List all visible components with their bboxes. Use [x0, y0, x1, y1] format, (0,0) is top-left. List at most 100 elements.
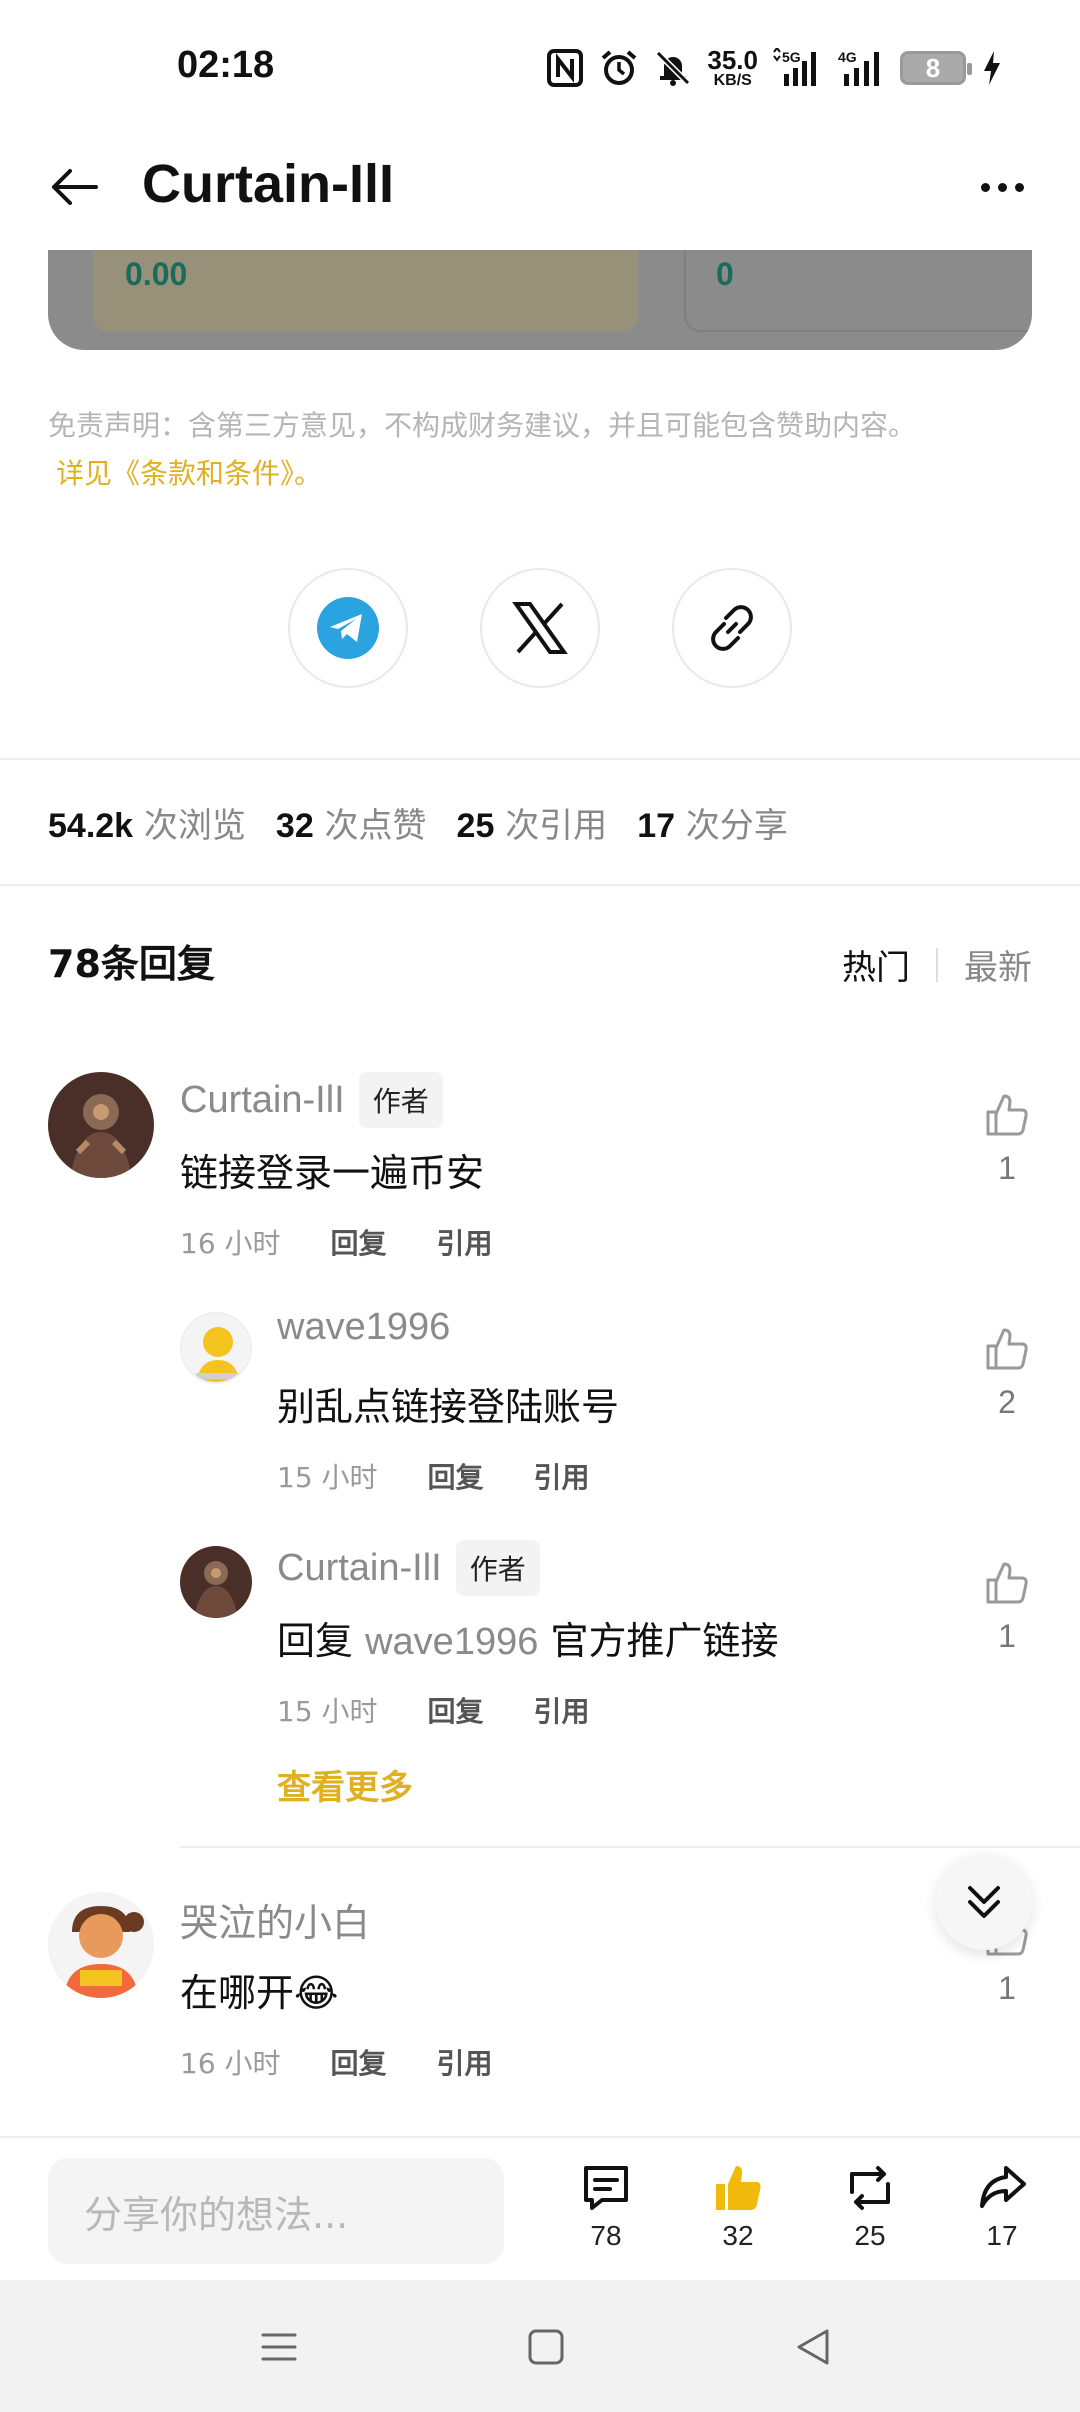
share-x-button[interactable]	[480, 568, 600, 688]
comment-meta: 15 小时 回复 引用	[277, 1690, 590, 1730]
back-triangle-icon	[797, 2329, 829, 2365]
comment-author-name: Curtain-IlI	[277, 1546, 442, 1589]
battery-icon: 8	[900, 51, 972, 85]
signal-4g-label: 4G	[838, 49, 857, 65]
disclaimer: 免责声明：含第三方意见，不构成财务建议，并且可能包含赞助内容。 详见《条款和条件…	[48, 402, 1038, 498]
tab-latest[interactable]: 最新	[964, 940, 1032, 989]
comment-time: 15 小时	[277, 1695, 378, 1728]
status-icons: 35.0 KB/S 5G 4G 8	[545, 44, 1004, 92]
comment-meta: 15 小时 回复 引用	[277, 1456, 590, 1496]
like-button[interactable]: 32	[698, 2162, 778, 2252]
comments-button[interactable]: 78	[566, 2162, 646, 2252]
more-dot-icon	[980, 182, 990, 192]
comment-input-placeholder: 分享你的想法...	[84, 2192, 349, 2237]
price-card[interactable]: 0.00 0	[48, 250, 1032, 350]
comment-item: Curtain-IlI 作者 链接登录一遍币安 16 小时 回复 引用 1	[0, 1070, 1080, 1270]
comment-time: 16 小时	[180, 2047, 281, 2080]
signal-5g-label: 5G	[782, 49, 801, 65]
author-badge: 作者	[455, 1540, 540, 1596]
avatar[interactable]	[48, 1072, 154, 1178]
terms-link[interactable]: 详见《条款和条件》。	[48, 450, 1038, 498]
post-stats: 54.2k 次浏览 32 次点赞 25 次引用 17 次分享	[48, 798, 788, 847]
nested-comment-item: Curtain-IlI 作者 回复 wave1996 官方推广链接 15 小时 …	[0, 1538, 1080, 1738]
nav-back-button[interactable]	[788, 2322, 838, 2372]
price-right-value: 0	[716, 256, 734, 292]
link-icon	[711, 605, 753, 651]
quote-button[interactable]: 引用	[534, 1690, 590, 1730]
nav-home-button[interactable]	[521, 2322, 571, 2372]
comment-author[interactable]: Curtain-IlI 作者	[180, 1072, 443, 1128]
top-app-bar: Curtain-IlI	[0, 135, 1080, 250]
comment-like-button[interactable]: 2	[982, 1326, 1032, 1421]
comment-author[interactable]: Curtain-IlI 作者	[277, 1540, 540, 1596]
price-left-value: 0.00	[125, 256, 188, 292]
tab-separator	[936, 947, 938, 982]
reply-button[interactable]: 回复	[428, 1690, 484, 1730]
like-count: 1	[998, 1970, 1016, 2006]
like-count: 1	[998, 1150, 1016, 1186]
menu-icon	[261, 2333, 297, 2361]
signal-5g-icon: 5G	[772, 48, 822, 88]
repost-button[interactable]: 25	[830, 2162, 910, 2252]
see-more-replies-link[interactable]: 查看更多	[277, 1760, 413, 1809]
mention-link[interactable]: wave1996	[365, 1621, 538, 1663]
divider	[180, 1846, 1080, 1848]
quote-button[interactable]: 引用	[534, 1456, 590, 1496]
replies-count-title: 78条回复	[48, 942, 215, 986]
comment-author[interactable]: 哭泣的小白	[180, 1892, 370, 1947]
share-arrow-icon	[980, 2166, 1026, 2208]
like-count: 2	[998, 1384, 1016, 1420]
price-card-left: 0.00	[93, 250, 638, 332]
reposts-count: 25	[854, 2220, 886, 2251]
share-row	[288, 568, 792, 688]
stat-views: 54.2k 次浏览	[48, 806, 246, 846]
quote-button[interactable]: 引用	[437, 1222, 493, 1262]
signal-4g-icon: 4G	[836, 48, 886, 88]
reply-button[interactable]: 回复	[331, 2042, 387, 2082]
comments-count: 78	[590, 2220, 622, 2251]
comment-text: 别乱点链接登陆账号	[277, 1385, 620, 1429]
comment-time: 15 小时	[277, 1461, 378, 1494]
system-nav-bar	[0, 2280, 1080, 2412]
more-dot-icon	[997, 182, 1007, 192]
comment-text: 回复 wave1996 官方推广链接	[277, 1610, 778, 1665]
tab-hot[interactable]: 热门	[842, 940, 910, 989]
thumbs-up-icon	[986, 1094, 1028, 1136]
comment-author[interactable]: wave1996	[277, 1306, 450, 1349]
reply-button[interactable]: 回复	[428, 1456, 484, 1496]
back-button[interactable]	[44, 157, 104, 217]
avatar[interactable]	[48, 1892, 154, 1998]
bottom-action-bar: 分享你的想法... 78 32 25 17	[0, 2136, 1080, 2280]
status-bar: 02:18 35.0 KB/S 5G 4G 8	[0, 0, 1080, 135]
comment-author-name: 哭泣的小白	[180, 1903, 371, 1945]
share-button[interactable]: 17	[962, 2162, 1042, 2252]
comment-input[interactable]: 分享你的想法...	[48, 2158, 504, 2264]
copy-link-button[interactable]	[672, 568, 792, 688]
price-card-right: 0	[684, 250, 1032, 332]
comment-text: 链接登录一遍币安	[180, 1151, 485, 1195]
thumbs-up-filled-icon	[716, 2166, 761, 2210]
scroll-to-bottom-button[interactable]	[936, 1854, 1032, 1950]
thumbs-up-icon	[986, 1562, 1028, 1604]
page-title: Curtain-IlI	[142, 154, 394, 214]
reply-prefix: 回复	[277, 1619, 354, 1663]
comment-like-button[interactable]: 1	[982, 1560, 1032, 1655]
charging-icon	[980, 48, 1004, 88]
share-telegram-button[interactable]	[288, 568, 408, 688]
reply-button[interactable]: 回复	[331, 1222, 387, 1262]
comment-like-button[interactable]: 1	[982, 1092, 1032, 1187]
author-badge: 作者	[358, 1072, 443, 1128]
more-dot-icon	[1014, 182, 1024, 192]
likes-count: 32	[722, 2220, 754, 2251]
avatar[interactable]	[180, 1312, 252, 1384]
quote-button[interactable]: 引用	[437, 2042, 493, 2082]
reply-body: 官方推广链接	[550, 1619, 779, 1663]
net-speed: 35.0 KB/S	[707, 45, 758, 89]
alarm-icon	[599, 48, 639, 88]
more-options-button[interactable]	[972, 167, 1032, 207]
sort-tabs: 热门 最新	[842, 940, 1032, 989]
avatar[interactable]	[180, 1546, 252, 1618]
status-time: 02:18	[177, 44, 275, 86]
nav-menu-button[interactable]	[254, 2322, 304, 2372]
double-chevron-down-icon	[968, 1886, 1000, 1918]
